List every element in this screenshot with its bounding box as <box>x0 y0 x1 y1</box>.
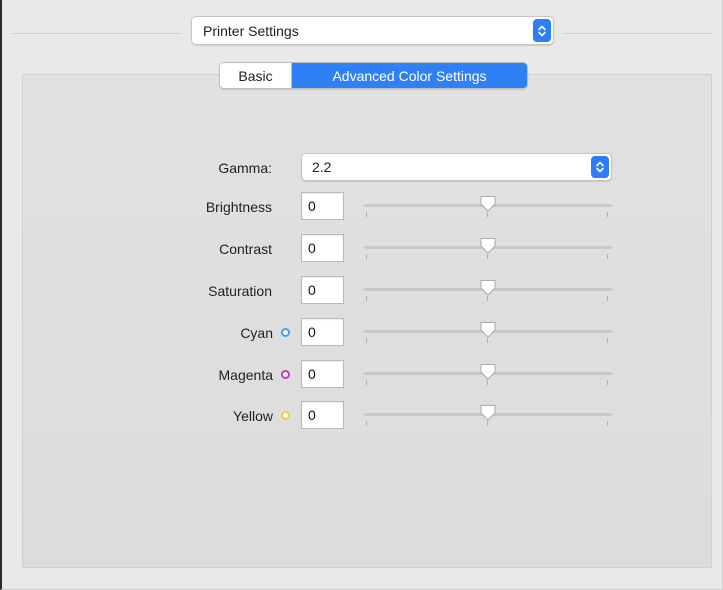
magenta-slider[interactable] <box>364 360 612 388</box>
settings-tabs: Basic Advanced Color Settings <box>219 62 528 89</box>
slider-thumb-icon[interactable] <box>479 279 497 300</box>
brightness-value-field[interactable]: 0 <box>301 192 344 220</box>
yellow-slider[interactable] <box>364 401 612 429</box>
saturation-label: Saturation <box>208 283 272 299</box>
printer-settings-popup[interactable]: Printer Settings <box>191 16 554 45</box>
chevron-updown-icon <box>533 19 551 42</box>
slider-tick <box>366 421 367 426</box>
separator-line <box>562 33 712 34</box>
saturation-slider[interactable] <box>364 276 612 304</box>
yellow-value-field[interactable]: 0 <box>301 401 344 429</box>
cyan-value-field[interactable]: 0 <box>301 318 344 346</box>
slider-tick <box>366 296 367 301</box>
print-dialog: Printer Settings Basic Advanced Color Se… <box>0 0 723 590</box>
contrast-value-field[interactable]: 0 <box>301 234 344 262</box>
slider-tick <box>366 212 367 217</box>
cyan-color-dot-icon <box>281 328 290 337</box>
tab-advanced-color-settings[interactable]: Advanced Color Settings <box>292 63 527 88</box>
magenta-value-field[interactable]: 0 <box>301 360 344 388</box>
slider-tick <box>366 254 367 259</box>
magenta-label: Magenta <box>218 367 273 383</box>
yellow-label: Yellow <box>233 408 273 424</box>
slider-tick <box>607 421 608 426</box>
contrast-label: Contrast <box>219 241 272 257</box>
slider-tick <box>607 254 608 259</box>
tab-basic[interactable]: Basic <box>220 63 292 88</box>
slider-tick <box>607 380 608 385</box>
slider-tick <box>607 338 608 343</box>
slider-thumb-icon[interactable] <box>479 321 497 342</box>
slider-thumb-icon[interactable] <box>479 195 497 216</box>
printer-settings-popup-value: Printer Settings <box>203 22 299 39</box>
contrast-slider[interactable] <box>364 234 612 262</box>
slider-tick <box>607 212 608 217</box>
magenta-color-dot-icon <box>281 370 290 379</box>
brightness-slider[interactable] <box>364 192 612 220</box>
cyan-label: Cyan <box>240 325 273 341</box>
gamma-label: Gamma: <box>218 160 272 176</box>
separator-line <box>12 33 182 34</box>
cyan-slider[interactable] <box>364 318 612 346</box>
slider-thumb-icon[interactable] <box>479 237 497 258</box>
brightness-label: Brightness <box>205 199 272 215</box>
slider-tick <box>366 338 367 343</box>
gamma-popup-value: 2.2 <box>312 159 332 175</box>
slider-tick <box>366 380 367 385</box>
saturation-value-field[interactable]: 0 <box>301 276 344 304</box>
gamma-popup[interactable]: 2.2 <box>301 153 612 181</box>
chevron-updown-icon <box>591 156 609 178</box>
slider-thumb-icon[interactable] <box>479 404 497 425</box>
slider-thumb-icon[interactable] <box>479 363 497 384</box>
yellow-color-dot-icon <box>281 411 290 420</box>
slider-tick <box>607 296 608 301</box>
